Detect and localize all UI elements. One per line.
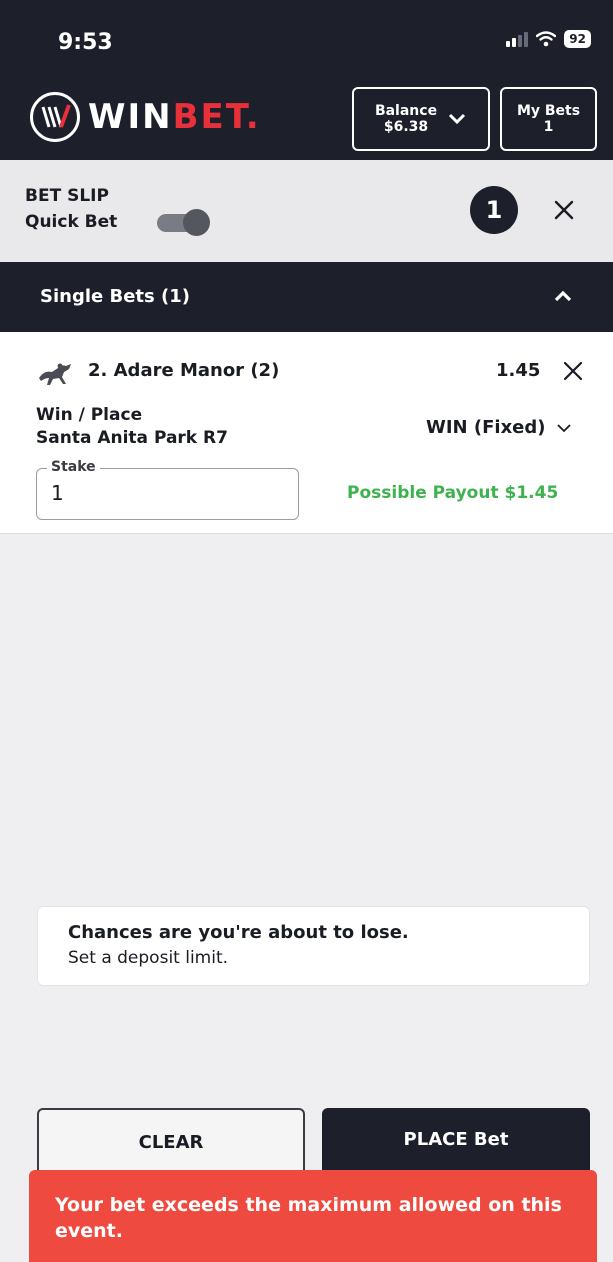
notice-title: Chances are you're about to lose. — [68, 922, 409, 943]
stake-input[interactable] — [51, 479, 281, 507]
chevron-up-icon[interactable] — [550, 284, 576, 310]
balance-value: $6.38 — [383, 119, 429, 135]
horse-racing-icon — [39, 363, 71, 385]
winbet-logo-icon — [30, 92, 80, 142]
my-bets-button[interactable]: My Bets 1 — [500, 87, 597, 151]
quick-bet-label: Quick Bet — [25, 212, 118, 232]
bet-slip-title: BET SLIP — [25, 186, 109, 206]
balance-button[interactable]: Balance $6.38 — [352, 87, 490, 151]
app-header: 9:53 92 WINBET. Balance $6.38 My Bets 1 — [0, 0, 613, 160]
deposit-limit-notice[interactable] — [37, 906, 590, 986]
close-icon[interactable] — [560, 358, 586, 384]
battery-icon: 92 — [564, 30, 591, 48]
winbet-logo[interactable]: WINBET. — [30, 92, 261, 142]
status-icons: 92 — [506, 30, 591, 48]
race-name: Santa Anita Park R7 — [36, 428, 228, 448]
stake-label: Stake — [47, 459, 100, 475]
single-bets-title: Single Bets (1) — [40, 286, 190, 307]
my-bets-label: My Bets — [516, 103, 581, 119]
stake-field[interactable]: Stake — [36, 459, 299, 520]
bet-count-badge: 1 — [470, 186, 518, 234]
bet-option-select[interactable]: WIN (Fixed) — [426, 417, 572, 438]
close-icon[interactable] — [548, 194, 580, 226]
bet-option-value: WIN (Fixed) — [426, 417, 546, 438]
signal-icon — [506, 31, 529, 47]
bet-type: Win / Place — [36, 405, 143, 425]
chevron-down-icon — [449, 113, 466, 125]
chevron-down-icon — [556, 423, 571, 432]
quick-bet-toggle[interactable] — [157, 208, 210, 236]
toggle-knob — [183, 209, 210, 236]
balance-label: Balance — [374, 103, 438, 119]
bet-slip-header — [0, 160, 613, 262]
bet-odds: 1.45 — [496, 360, 541, 381]
error-toast: Your bet exceeds the maximum allowed on … — [29, 1170, 597, 1262]
notice-subtitle: Set a deposit limit. — [68, 948, 229, 968]
selection-name: 2. Adare Manor (2) — [88, 360, 280, 381]
status-time: 9:53 — [58, 30, 113, 55]
brand-name: WINBET. — [88, 97, 261, 137]
my-bets-count: 1 — [543, 119, 554, 135]
possible-payout: Possible Payout $1.45 — [347, 483, 559, 503]
wifi-icon — [536, 31, 557, 47]
